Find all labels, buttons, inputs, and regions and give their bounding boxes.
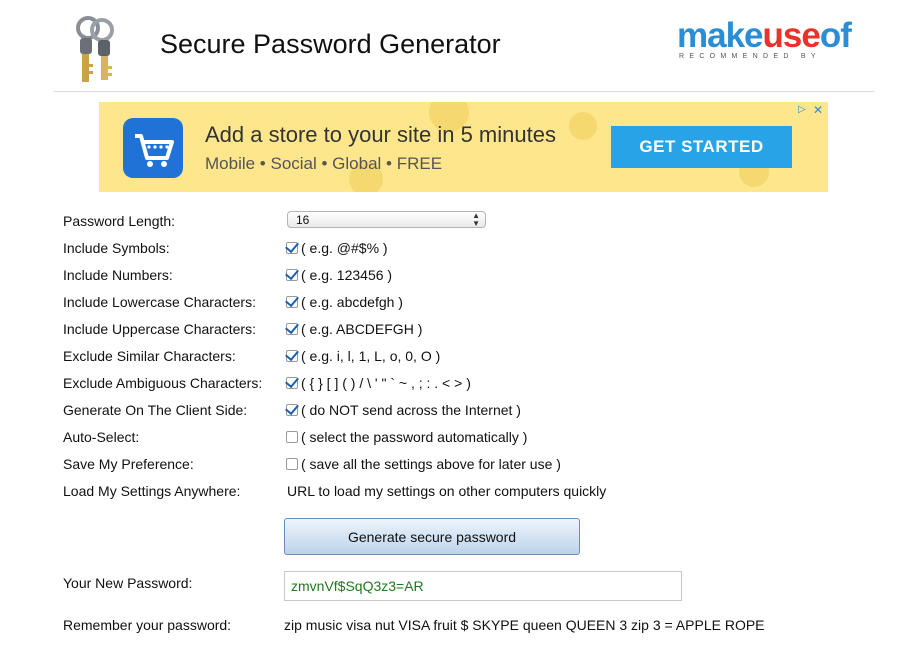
option-hint: ( e.g. @#$% ) (301, 240, 388, 256)
generate-password-button[interactable]: Generate secure password (284, 518, 580, 555)
option-checkbox[interactable] (286, 350, 298, 362)
option-value: ( e.g. abcdefgh ) (286, 294, 403, 310)
option-checkbox[interactable] (286, 323, 298, 335)
load-settings-label: Load My Settings Anywhere: (63, 483, 241, 499)
password-length-label: Password Length: (63, 213, 176, 229)
header: Secure Password Generator makeuseof RECO… (0, 0, 899, 92)
option-label: Include Uppercase Characters: (63, 321, 256, 337)
ad-decoration (569, 112, 597, 140)
get-started-button[interactable]: GET STARTED (611, 126, 792, 168)
logo-text-use: use (762, 16, 821, 55)
option-value: ( select the password automatically ) (286, 429, 527, 445)
option-label: Exclude Ambiguous Characters: (63, 375, 263, 391)
option-value: ( save all the settings above for later … (286, 456, 561, 472)
remember-password-phrase: zip music visa nut VISA fruit $ SKYPE qu… (284, 617, 765, 633)
option-hint: ( save all the settings above for later … (301, 456, 561, 472)
select-arrows-icon: ▲ ▼ (472, 211, 480, 228)
option-label: Auto-Select: (63, 429, 140, 445)
remember-password-label: Remember your password: (63, 617, 232, 633)
keys-icon (76, 16, 114, 82)
load-settings-link[interactable]: URL to load my settings on other compute… (287, 483, 606, 499)
logo-subtitle: RECOMMENDED BY (679, 53, 821, 60)
new-password-label: Your New Password: (63, 575, 193, 591)
option-hint: ( e.g. i, l, 1, L, o, 0, O ) (301, 348, 441, 364)
option-hint: ( select the password automatically ) (301, 429, 528, 445)
option-checkbox[interactable] (286, 431, 298, 443)
password-length-value: 16 (296, 213, 310, 227)
close-icon[interactable]: ✕ (813, 103, 825, 117)
option-value: ( e.g. i, l, 1, L, o, 0, O ) (286, 348, 440, 364)
option-label: Include Numbers: (63, 267, 173, 283)
option-checkbox[interactable] (286, 269, 298, 281)
makeuseof-logo[interactable]: makeuseof RECOMMENDED BY (677, 16, 852, 70)
option-value: ( e.g. 123456 ) (286, 267, 392, 283)
option-hint: ( do NOT send across the Internet ) (301, 402, 521, 418)
option-checkbox[interactable] (286, 404, 298, 416)
logo-text-of: of (819, 16, 852, 55)
option-hint: ( { } [ ] ( ) / \ ' " ` ~ , ; : . < > ) (301, 375, 471, 391)
option-checkbox[interactable] (286, 242, 298, 254)
option-label: Include Symbols: (63, 240, 170, 256)
option-value: ( e.g. @#$% ) (286, 240, 388, 256)
adchoices-icon[interactable]: ▷ (798, 104, 810, 116)
option-value: ( { } [ ] ( ) / \ ' " ` ~ , ; : . < > ) (286, 375, 471, 391)
option-checkbox[interactable] (286, 296, 298, 308)
option-label: Save My Preference: (63, 456, 194, 472)
option-checkbox[interactable] (286, 458, 298, 470)
ad-subline: Mobile • Social • Global • FREE (205, 154, 443, 173)
option-value: ( e.g. ABCDEFGH ) (286, 321, 422, 337)
option-label: Exclude Similar Characters: (63, 348, 236, 364)
option-value: ( do NOT send across the Internet ) (286, 402, 521, 418)
option-hint: ( e.g. ABCDEFGH ) (301, 321, 423, 337)
logo-text-make: make (677, 16, 764, 55)
option-label: Include Lowercase Characters: (63, 294, 256, 310)
option-label: Generate On The Client Side: (63, 402, 248, 418)
header-divider (54, 91, 874, 92)
option-hint: ( e.g. abcdefgh ) (301, 294, 403, 310)
option-checkbox[interactable] (286, 377, 298, 389)
ad-banner[interactable]: Add a store to your site in 5 minutes Mo… (99, 102, 828, 192)
ad-headline: Add a store to your site in 5 minutes (205, 122, 556, 147)
page-title: Secure Password Generator (160, 29, 501, 59)
option-hint: ( e.g. 123456 ) (301, 267, 393, 283)
shopping-basket-icon (123, 118, 183, 178)
new-password-field[interactable]: zmvnVf$SqQ3z3=AR (284, 571, 682, 601)
password-length-select[interactable]: 16 ▲ ▼ (287, 211, 486, 228)
